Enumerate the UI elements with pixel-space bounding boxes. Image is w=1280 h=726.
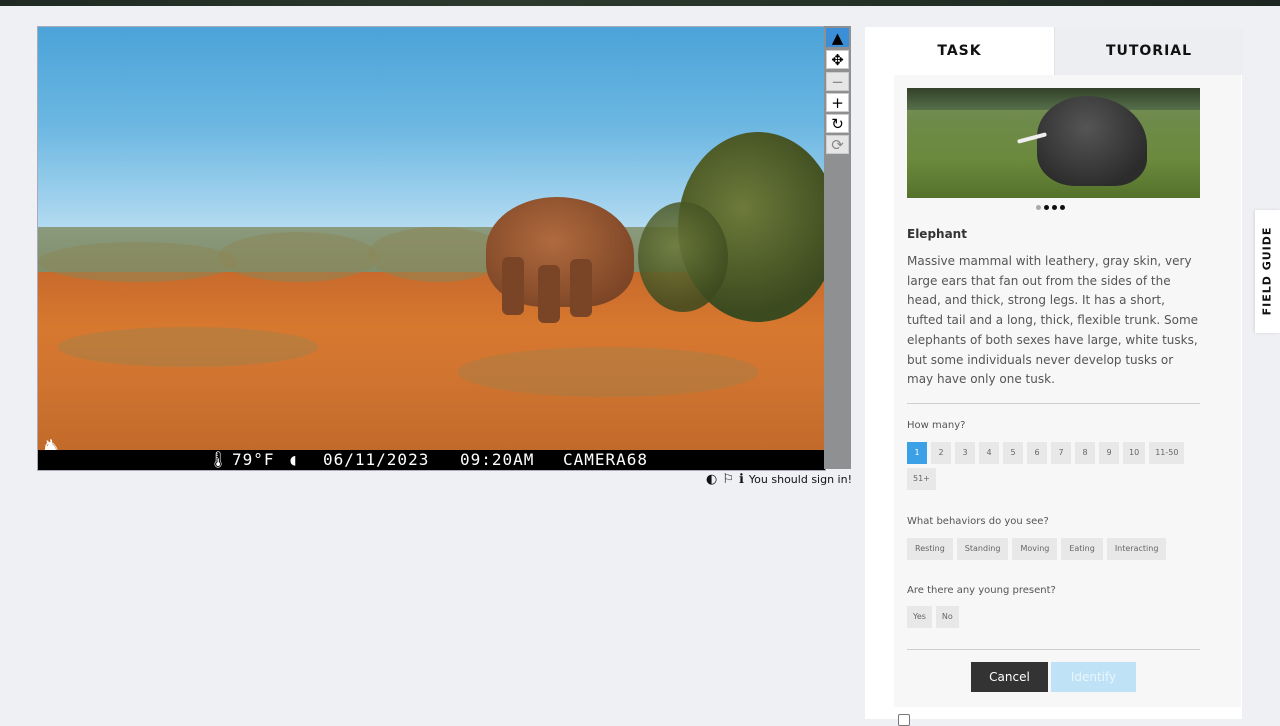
rotate-icon[interactable]: ↻ (826, 114, 849, 133)
checkbox[interactable] (898, 714, 910, 726)
count-option[interactable]: 6 (1027, 442, 1047, 464)
divider (907, 649, 1200, 650)
count-option[interactable]: 1 (907, 442, 927, 464)
species-description: Massive mammal with leathery, gray skin,… (907, 254, 1199, 387)
info-icon[interactable]: ℹ (739, 472, 744, 487)
tab-task[interactable]: TASK (865, 27, 1054, 75)
temperature-reading: 79°F (232, 450, 275, 469)
top-nav-strip (0, 0, 1280, 6)
count-option[interactable]: 8 (1075, 442, 1095, 464)
count-option[interactable]: 4 (979, 442, 999, 464)
count-option[interactable]: 10 (1123, 442, 1146, 464)
field-guide-tab[interactable]: FIELD GUIDE (1255, 210, 1280, 333)
pointer-tool-icon[interactable]: ▲ (826, 28, 849, 47)
carousel-dot[interactable] (1052, 205, 1057, 210)
subject-image[interactable]: ♞ 🌡 79°F ◖ 06/11/2023 09:20AM CAMERA68 (37, 26, 826, 471)
count-option[interactable]: 51+ (907, 468, 936, 490)
behavior-option[interactable]: Moving (1012, 538, 1058, 560)
count-option[interactable]: 3 (955, 442, 975, 464)
zoom-in-icon[interactable]: + (826, 93, 849, 112)
count-option[interactable]: 7 (1051, 442, 1071, 464)
invert-contrast-icon[interactable]: ◐ (706, 472, 717, 487)
thermometer-icon: 🌡 (208, 450, 230, 469)
count-option[interactable]: 2 (931, 442, 951, 464)
reset-icon[interactable]: ⟳ (826, 135, 849, 154)
behavior-option[interactable]: Interacting (1106, 538, 1167, 560)
count-option[interactable]: 5 (1003, 442, 1023, 464)
young-option[interactable]: No (935, 606, 959, 628)
subject-meta-bar: ◐ ⚐ ℹ You should sign in! (690, 471, 852, 487)
sign-in-notice: You should sign in! (748, 472, 852, 486)
date-reading: 06/11/2023 (323, 450, 430, 469)
photo-carousel-dots (1036, 205, 1065, 213)
count-option[interactable]: 9 (1099, 442, 1119, 464)
question-behaviors: What behaviors do you see? (907, 516, 1049, 527)
species-name: Elephant (907, 227, 967, 241)
behavior-option[interactable]: Eating (1061, 538, 1103, 560)
moon-phase-icon: ◖ (288, 450, 299, 469)
tab-tutorial[interactable]: TUTORIAL (1054, 27, 1243, 75)
carousel-dot[interactable] (1044, 205, 1049, 210)
field-guide-label: FIELD GUIDE (1260, 226, 1274, 316)
image-toolbar: ▲ ✥ − + ↻ ⟳ (824, 26, 851, 469)
zoom-out-icon[interactable]: − (826, 72, 849, 91)
carousel-dot[interactable] (1060, 205, 1065, 210)
count-option[interactable]: 11-50 (1149, 442, 1185, 464)
species-detail: Elephant Massive mammal with leathery, g… (894, 75, 1241, 707)
identify-button[interactable]: Identify (1051, 662, 1136, 692)
task-panel: TASK TUTORIAL Elephant Massive mammal wi… (865, 27, 1243, 719)
panel-tabs: TASK TUTORIAL (865, 27, 1243, 75)
camera-trap-photo (38, 27, 825, 470)
behavior-options: Resting Standing Moving Eating Interacting (907, 538, 1200, 560)
cancel-button[interactable]: Cancel (971, 662, 1048, 692)
time-reading: 09:20AM (460, 450, 535, 469)
behavior-option[interactable]: Standing (956, 538, 1009, 560)
young-options: Yes No (907, 606, 1200, 628)
flag-icon[interactable]: ⚐ (722, 472, 734, 487)
carousel-dot[interactable] (1036, 205, 1041, 210)
question-how-many: How many? (907, 420, 966, 431)
species-example-photo (907, 88, 1200, 198)
young-option[interactable]: Yes (907, 606, 932, 628)
camera-id: CAMERA68 (563, 450, 649, 469)
question-young: Are there any young present? (907, 585, 1056, 596)
camera-caption-bar: 🌡 79°F ◖ 06/11/2023 09:20AM CAMERA68 (38, 450, 825, 470)
divider (907, 403, 1200, 404)
count-options: 1 2 3 4 5 6 7 8 9 10 11-50 51+ (907, 442, 1200, 490)
behavior-option[interactable]: Resting (907, 538, 953, 560)
pan-tool-icon[interactable]: ✥ (826, 50, 849, 69)
